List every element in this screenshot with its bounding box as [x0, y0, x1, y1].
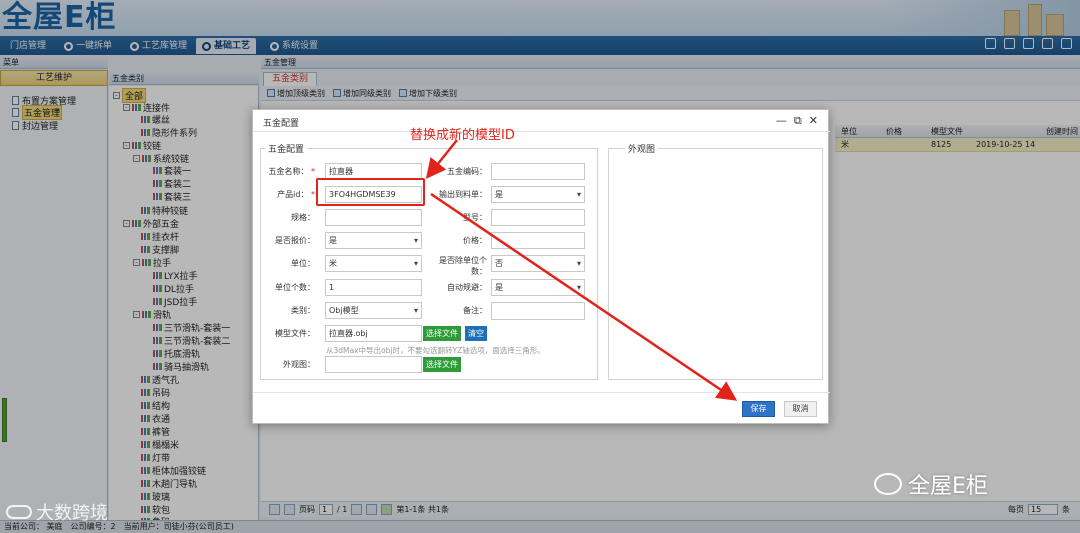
- brand-logo-icon: [6, 505, 32, 519]
- annotation-arrows: [425, 139, 738, 401]
- arrow-to-id: [425, 139, 458, 179]
- watermark-right: 全屋E柜: [874, 468, 988, 500]
- watermark-left: 大数跨境: [6, 499, 108, 525]
- watermark-text: 全屋E柜: [908, 474, 988, 499]
- arrow-to-save: [430, 192, 738, 401]
- watermark-text: 大数跨境: [36, 503, 108, 524]
- chat-icon: [874, 473, 902, 495]
